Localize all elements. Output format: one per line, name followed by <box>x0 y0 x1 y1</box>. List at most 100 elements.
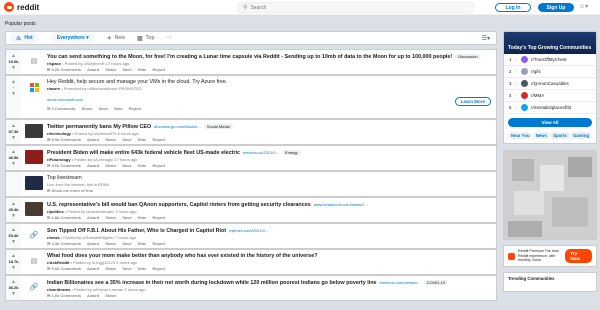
award-button[interactable]: Award <box>87 163 99 169</box>
community-name[interactable]: r/gifs <box>531 69 541 74</box>
post-title[interactable]: What food does your mom make better than… <box>47 253 317 259</box>
view-all-button[interactable]: View All <box>508 118 592 127</box>
share-button[interactable]: Share <box>105 215 116 221</box>
subreddit-link[interactable]: r/space <box>47 61 61 66</box>
downvote-icon[interactable]: ▼ <box>11 65 16 71</box>
sort-top[interactable]: ▩ Top <box>137 35 154 42</box>
share-button[interactable]: Share <box>81 106 92 112</box>
livestream-card[interactable]: Top livestream Live from the internet, t… <box>5 171 497 197</box>
tab-near-you[interactable]: Near You <box>508 132 533 139</box>
tab-gaming[interactable]: Gaming <box>569 132 592 139</box>
post-domain[interactable]: nytimes.com/2021/0... <box>229 228 268 233</box>
comments-button[interactable]: ✉ 5.2k Comments <box>47 67 81 73</box>
post-flair[interactable]: Social Media <box>203 124 233 129</box>
post-title[interactable]: You can send something to the Moon, for … <box>47 54 452 60</box>
post-title[interactable]: Indian Billionaires see a 35% increase i… <box>47 280 377 286</box>
livestream-thumbnail[interactable] <box>25 176 43 190</box>
subreddit-link[interactable]: r/Futurology <box>47 157 71 162</box>
post-card[interactable]: ▲ 40.4k ▼ U.S. representative's bill would… <box>5 197 497 223</box>
post-flair[interactable]: Discussion <box>455 54 481 59</box>
share-button[interactable]: Share <box>105 266 116 272</box>
downvote-icon[interactable]: ▼ <box>11 239 16 245</box>
reddit-logo[interactable]: reddit <box>4 2 39 12</box>
promo-url[interactable]: azure.microsoft.com <box>47 97 492 102</box>
downvote-icon[interactable]: ▼ <box>11 291 16 297</box>
comments-button[interactable]: ✉ 1.6k Comments <box>47 293 81 299</box>
search-box[interactable]: ⚲ <box>237 2 474 13</box>
location-select[interactable]: Everywhere ▾ <box>50 33 95 43</box>
downvote-icon[interactable]: ▼ <box>11 161 16 167</box>
post-domain[interactable]: thehindu.com/news/n... <box>380 280 421 285</box>
post-title[interactable]: Son Tipped Off F.B.I. About His Father, … <box>47 228 226 234</box>
post-domain[interactable]: abcnews.go.com/Busine... <box>154 124 201 129</box>
community-item[interactable]: 1 ↑ r/TrueOffMyChest <box>504 54 596 66</box>
hide-button[interactable]: Hide <box>138 266 147 272</box>
sidebar-ad-image[interactable] <box>503 150 597 240</box>
downvote-icon[interactable]: ▼ <box>11 265 16 271</box>
user-menu-icon[interactable]: ☺▾ <box>579 3 588 10</box>
post-thumbnail[interactable] <box>25 150 43 164</box>
learn-more-button[interactable]: Learn More <box>454 97 491 106</box>
comments-button[interactable]: ✉ 3.6k Comments <box>47 163 81 169</box>
downvote-icon[interactable]: ▼ <box>11 135 16 141</box>
comments-button[interactable]: ✉ 3.4k Comments <box>47 241 81 247</box>
community-item[interactable]: 4 ↑ r/MMA <box>504 90 596 102</box>
community-name[interactable]: r/TrueOffMyChest <box>531 57 567 62</box>
post-title[interactable]: Hey Reddit, help secure and manage your … <box>47 79 227 85</box>
award-button[interactable]: Award <box>87 266 99 272</box>
post-flair[interactable]: Energy <box>281 150 301 155</box>
award-button[interactable]: Award <box>87 241 99 247</box>
community-name[interactable]: r/QAnonCasualties <box>531 81 569 86</box>
report-button[interactable]: Report <box>152 241 165 247</box>
subreddit-link[interactable]: r/news <box>47 235 60 240</box>
hide-button[interactable]: Hide <box>114 106 123 112</box>
subreddit-link[interactable]: r/politics <box>47 209 64 214</box>
try-now-button[interactable]: Try Now <box>565 249 592 263</box>
downvote-icon[interactable]: ▼ <box>11 213 16 219</box>
share-button[interactable]: Share <box>105 67 116 73</box>
login-button[interactable]: Log In <box>495 3 531 12</box>
post-domain[interactable]: electrek.co/2021/0... <box>243 150 279 155</box>
post-thumbnail[interactable] <box>25 202 43 216</box>
hide-button[interactable]: Hide <box>138 163 147 169</box>
report-button[interactable]: Report <box>152 137 165 143</box>
report-button[interactable]: Report <box>152 266 165 272</box>
more-sort-button[interactable]: ··· <box>167 35 172 41</box>
subreddit-link[interactable]: r/technology <box>47 131 71 136</box>
save-button[interactable]: Save <box>122 67 131 73</box>
signup-button[interactable]: Sign Up <box>538 3 574 12</box>
award-button[interactable]: Award <box>87 293 99 299</box>
save-button[interactable]: Save <box>122 266 131 272</box>
tab-sports[interactable]: Sports <box>550 132 570 139</box>
report-button[interactable]: Report <box>152 163 165 169</box>
report-button[interactable]: Report <box>152 215 165 221</box>
post-card[interactable]: ▲ 10.0k ▼ ▤ You can send something to the … <box>5 49 497 75</box>
save-button[interactable]: Save <box>99 106 108 112</box>
save-button[interactable]: Save <box>122 215 131 221</box>
save-button[interactable]: Save <box>122 241 131 247</box>
post-domain[interactable]: www.heraldcom.com/news/2... <box>314 202 368 207</box>
show-more-button[interactable]: ✉ Show me more of this <box>47 188 93 194</box>
post-title[interactable]: Twitter permanently bans My Pillow CEO <box>47 124 151 130</box>
award-button[interactable]: Award <box>87 215 99 221</box>
share-button[interactable]: Share <box>105 163 116 169</box>
search-input[interactable] <box>250 4 451 11</box>
post-title[interactable]: U.S. representative's bill would ban QAn… <box>47 202 311 208</box>
post-card[interactable]: ▲ 36.2k ▼ 🔗 Indian Billionaires see a 35% … <box>5 275 497 301</box>
award-button[interactable]: Award <box>87 67 99 73</box>
hide-button[interactable]: Hide <box>138 137 147 143</box>
comments-button[interactable]: ✉ 0 Comments <box>47 106 75 112</box>
post-flair[interactable]: COVID-19 <box>423 280 449 285</box>
report-button[interactable]: Report <box>152 67 165 73</box>
hide-button[interactable]: Hide <box>138 215 147 221</box>
promoted-post-card[interactable]: ▲ · ▼ Hey Reddit, help secure and manage y… <box>5 75 497 119</box>
share-button[interactable]: Share <box>105 137 116 143</box>
tab-news[interactable]: News <box>532 132 550 139</box>
post-card[interactable]: ▲ 63.4k ▼ 🔗 Son Tipped Off F.B.I. About Hi… <box>5 223 497 249</box>
community-name[interactable]: r/mentalistplacesfrbt <box>531 105 571 110</box>
save-button[interactable]: Save <box>122 137 131 143</box>
community-item[interactable]: 3 ↑ r/QAnonCasualties <box>504 78 596 90</box>
community-name[interactable]: r/MMA <box>531 93 544 98</box>
comments-button[interactable]: ✉ 5.6k Comments <box>47 266 81 272</box>
post-card[interactable]: ▲ 46.5k ▼ President Biden will make entire… <box>5 145 497 171</box>
